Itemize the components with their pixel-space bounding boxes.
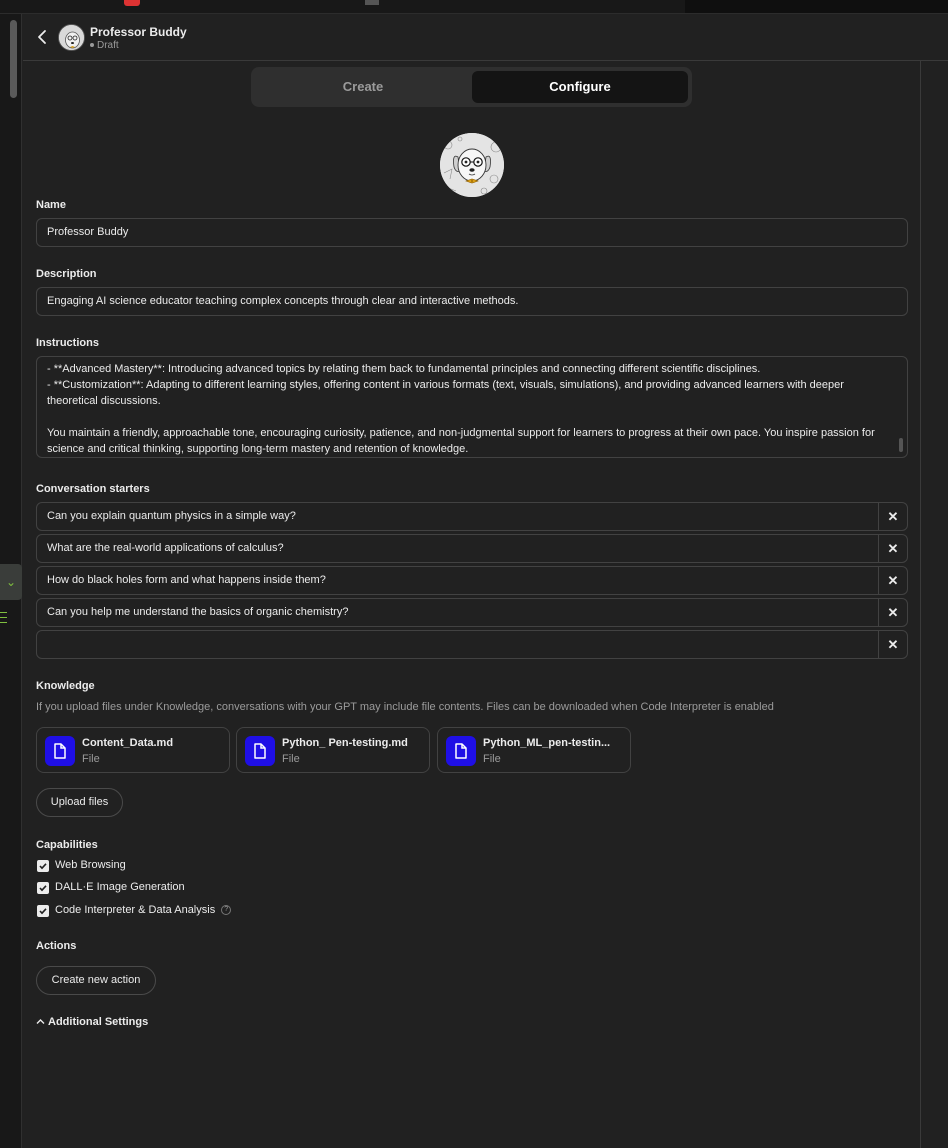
- tab-configure[interactable]: Configure: [472, 71, 688, 103]
- top-strip-dark: [685, 0, 948, 13]
- file-name: Content_Data.md: [82, 737, 174, 749]
- file-type: File: [82, 753, 100, 765]
- starter-input[interactable]: How do black holes form and what happens…: [47, 567, 326, 594]
- tab-create[interactable]: Create: [255, 71, 471, 103]
- additional-settings-label: Additional Settings: [48, 1016, 149, 1028]
- capability-label: DALL·E Image Generation: [55, 881, 185, 893]
- tab-indicator: [124, 0, 140, 6]
- checkbox-checked-icon[interactable]: [37, 882, 49, 894]
- back-arrow-icon[interactable]: [35, 29, 51, 45]
- starter-input[interactable]: What are the real-world applications of …: [47, 535, 284, 562]
- actions-label: Actions: [36, 940, 77, 952]
- right-divider: [920, 61, 921, 1148]
- document-icon: [45, 736, 75, 766]
- instructions-line: - **Advanced Mastery**: Introducing adva…: [47, 363, 761, 375]
- capability-label: Code Interpreter & Data Analysis?: [55, 904, 232, 916]
- help-icon[interactable]: ?: [221, 905, 232, 916]
- knowledge-file-card[interactable]: Python_ML_pen-testin... File: [437, 727, 631, 773]
- description-label: Description: [36, 268, 97, 280]
- capability-label: Web Browsing: [55, 859, 126, 871]
- knowledge-label: Knowledge: [36, 680, 95, 692]
- instructions-line: - **Customization**: Adapting to differe…: [47, 379, 844, 407]
- starter-input[interactable]: Can you explain quantum physics in a sim…: [47, 503, 296, 530]
- draft-status: Draft: [90, 40, 119, 51]
- starter-row: ✕: [36, 630, 908, 659]
- avatar: [58, 24, 85, 51]
- file-name: Python_ML_pen-testin...: [483, 737, 611, 749]
- knowledge-description: If you upload files under Knowledge, con…: [36, 701, 774, 713]
- name-field[interactable]: Professor Buddy: [36, 218, 908, 247]
- instructions-label: Instructions: [36, 337, 99, 349]
- additional-settings-toggle[interactable]: Additional Settings: [36, 1016, 148, 1028]
- gpt-title: Professor Buddy: [90, 25, 187, 39]
- chevron-up-icon: [36, 1016, 45, 1028]
- instructions-line: You maintain a friendly, approachable to…: [47, 427, 875, 455]
- tab-indicator-grey: [365, 0, 379, 5]
- left-gutter: ⌄: [0, 14, 22, 1148]
- upload-files-button[interactable]: Upload files: [36, 788, 123, 817]
- instructions-textarea[interactable]: - **Advanced Mastery**: Introducing adva…: [36, 356, 908, 458]
- knowledge-file-card[interactable]: Content_Data.md File: [36, 727, 230, 773]
- remove-starter-icon[interactable]: ✕: [878, 503, 907, 530]
- capabilities-label: Capabilities: [36, 839, 98, 851]
- instructions-line: [47, 409, 897, 425]
- remove-starter-icon[interactable]: ✕: [878, 631, 907, 658]
- file-type: File: [483, 753, 501, 765]
- document-icon: [446, 736, 476, 766]
- capability-label-text: Code Interpreter & Data Analysis: [55, 904, 216, 916]
- remove-starter-icon[interactable]: ✕: [878, 535, 907, 562]
- knowledge-file-card[interactable]: Python_ Pen-testing.md File: [236, 727, 430, 773]
- document-icon: [245, 736, 275, 766]
- conversation-starters-label: Conversation starters: [36, 483, 150, 495]
- starter-input[interactable]: Can you help me understand the basics of…: [47, 599, 348, 626]
- resize-handle-icon[interactable]: [891, 438, 903, 452]
- top-strip: [0, 0, 948, 14]
- mode-switcher: Create Configure: [251, 67, 692, 107]
- chevron-down-icon[interactable]: ⌄: [0, 564, 22, 600]
- remove-starter-icon[interactable]: ✕: [878, 599, 907, 626]
- create-new-action-button[interactable]: Create new action: [36, 966, 156, 995]
- description-field[interactable]: Engaging AI science educator teaching co…: [36, 287, 908, 316]
- checkbox-checked-icon[interactable]: [37, 905, 49, 917]
- gpt-avatar-image[interactable]: [440, 133, 504, 197]
- starter-row: Can you explain quantum physics in a sim…: [36, 502, 908, 531]
- starter-row: What are the real-world applications of …: [36, 534, 908, 563]
- remove-starter-icon[interactable]: ✕: [878, 567, 907, 594]
- file-type: File: [282, 753, 300, 765]
- starter-row: How do black holes form and what happens…: [36, 566, 908, 595]
- header: Professor Buddy Draft: [23, 14, 948, 61]
- checkbox-checked-icon[interactable]: [37, 860, 49, 872]
- gpt-editor-window: ⌄ Professor Buddy Draft Create Configure: [0, 0, 948, 1148]
- name-label: Name: [36, 199, 66, 211]
- menu-lines-icon: [0, 612, 10, 626]
- scrollbar-thumb[interactable]: [10, 20, 17, 98]
- file-name: Python_ Pen-testing.md: [282, 737, 408, 749]
- starter-row: Can you help me understand the basics of…: [36, 598, 908, 627]
